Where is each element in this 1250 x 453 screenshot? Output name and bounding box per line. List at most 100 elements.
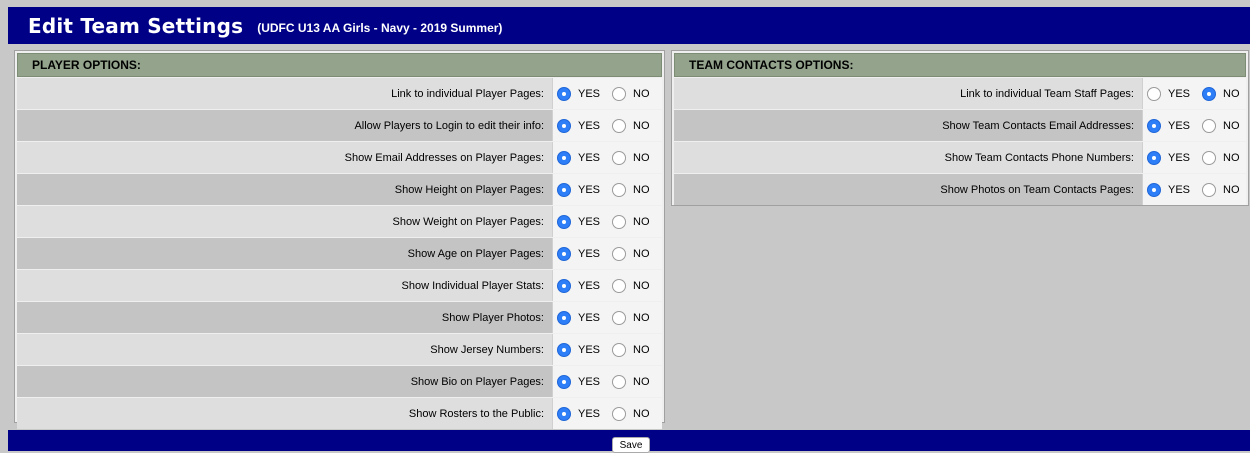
player-option-no-option[interactable]: NO xyxy=(612,406,650,421)
team-contact-option-row-label: Link to individual Team Staff Pages: xyxy=(674,78,1142,109)
player-option-row-label: Show Bio on Player Pages: xyxy=(17,366,552,397)
radio-yes[interactable] xyxy=(557,214,571,229)
team-contact-option-radio-group: YES NO xyxy=(1142,174,1246,205)
team-contact-option-no-option[interactable]: NO xyxy=(1202,150,1240,165)
player-option-no-option[interactable]: NO xyxy=(612,342,650,357)
player-option-yes-option[interactable]: YES xyxy=(557,214,601,229)
radio-yes-label: YES xyxy=(578,215,601,228)
player-option-yes-option[interactable]: YES xyxy=(557,246,601,261)
team-contact-option-row: Link to individual Team Staff Pages: YES N… xyxy=(674,78,1246,109)
team-contact-option-yes-option[interactable]: YES xyxy=(1147,86,1191,101)
player-option-no-option[interactable]: NO xyxy=(612,310,650,325)
player-option-yes-option[interactable]: YES xyxy=(557,342,600,357)
radio-no-label: NO xyxy=(1223,183,1240,196)
radio-yes-label: YES xyxy=(578,247,601,260)
radio-yes[interactable] xyxy=(557,406,571,421)
player-option-yes-option[interactable]: YES xyxy=(557,150,601,165)
radio-no-label: NO xyxy=(633,87,650,100)
radio-yes[interactable] xyxy=(557,278,571,293)
radio-yes[interactable] xyxy=(557,310,571,325)
radio-no[interactable] xyxy=(612,150,627,165)
radio-no-label: NO xyxy=(1223,151,1240,164)
player-option-no-option[interactable]: NO xyxy=(612,86,650,101)
radio-no[interactable] xyxy=(612,118,627,133)
radio-no[interactable] xyxy=(1202,182,1217,197)
player-option-radio-group: YES NO xyxy=(552,206,662,237)
radio-no[interactable] xyxy=(612,278,627,293)
team-contact-option-radio-group: YES NO xyxy=(1142,110,1246,141)
player-option-row-label: Show Height on Player Pages: xyxy=(17,174,552,205)
radio-no[interactable] xyxy=(612,86,627,101)
radio-no[interactable] xyxy=(612,214,627,229)
team-contact-option-row-label: Show Team Contacts Phone Numbers: xyxy=(674,142,1142,173)
player-option-yes-option[interactable]: YES xyxy=(557,278,600,293)
radio-yes[interactable] xyxy=(557,246,571,261)
player-option-radio-group: YES NO xyxy=(552,78,662,109)
team-contact-option-yes-option[interactable]: YES xyxy=(1147,182,1190,197)
radio-no-label: NO xyxy=(633,311,650,324)
radio-yes-label: YES xyxy=(578,311,601,324)
radio-no-label: NO xyxy=(633,407,650,420)
radio-no[interactable] xyxy=(612,374,627,389)
team-contact-option-no-option[interactable]: NO xyxy=(1202,182,1240,197)
radio-no-label: NO xyxy=(633,119,650,132)
player-option-no-option[interactable]: NO xyxy=(612,246,650,261)
player-option-no-option[interactable]: NO xyxy=(612,118,650,133)
radio-yes-label: YES xyxy=(578,151,601,164)
radio-yes[interactable] xyxy=(557,374,571,389)
radio-yes-label: YES xyxy=(1168,119,1191,132)
radio-yes-label: YES xyxy=(578,119,601,132)
radio-yes[interactable] xyxy=(1147,118,1161,133)
radio-yes[interactable] xyxy=(1147,182,1161,197)
player-option-row-label: Show Email Addresses on Player Pages: xyxy=(17,142,552,173)
player-option-no-option[interactable]: NO xyxy=(612,374,650,389)
team-contact-option-row: Show Team Contacts Phone Numbers: YES NO xyxy=(674,142,1246,173)
team-contacts-options-heading: TEAM CONTACTS OPTIONS: xyxy=(674,53,1246,77)
player-option-radio-group: YES NO xyxy=(552,398,662,429)
radio-yes[interactable] xyxy=(557,182,571,197)
player-option-yes-option[interactable]: YES xyxy=(557,374,600,389)
team-contact-option-no-option[interactable]: NO xyxy=(1202,86,1240,101)
radio-no[interactable] xyxy=(612,246,627,261)
radio-yes[interactable] xyxy=(557,118,571,133)
page-title: Edit Team Settings xyxy=(28,13,244,38)
player-option-no-option[interactable]: NO xyxy=(612,214,650,229)
player-option-radio-group: YES NO xyxy=(552,270,662,301)
player-option-row: Show Individual Player Stats: YES NO xyxy=(17,270,662,301)
footer-bar: Save xyxy=(8,430,1250,453)
radio-yes[interactable] xyxy=(1147,150,1161,165)
radio-no[interactable] xyxy=(612,182,627,197)
team-contact-option-yes-option[interactable]: YES xyxy=(1147,118,1191,133)
radio-yes-label: YES xyxy=(578,407,601,420)
radio-no[interactable] xyxy=(1202,86,1217,101)
player-option-yes-option[interactable]: YES xyxy=(557,182,600,197)
team-contact-option-no-option[interactable]: NO xyxy=(1202,118,1240,133)
radio-yes[interactable] xyxy=(557,342,571,357)
radio-yes[interactable] xyxy=(557,150,571,165)
radio-yes-label: YES xyxy=(1168,151,1191,164)
player-option-no-option[interactable]: NO xyxy=(612,182,650,197)
player-option-no-option[interactable]: NO xyxy=(612,150,650,165)
player-option-yes-option[interactable]: YES xyxy=(557,86,600,101)
player-option-row: Show Weight on Player Pages: YES NO xyxy=(17,206,662,237)
player-option-yes-option[interactable]: YES xyxy=(557,310,601,325)
radio-no[interactable] xyxy=(612,342,627,357)
player-option-yes-option[interactable]: YES xyxy=(557,118,601,133)
radio-no[interactable] xyxy=(1202,150,1217,165)
radio-no[interactable] xyxy=(612,406,627,421)
radio-no[interactable] xyxy=(612,310,627,325)
radio-no[interactable] xyxy=(1202,118,1217,133)
radio-no-label: NO xyxy=(633,215,650,228)
player-option-row: Allow Players to Login to edit their inf… xyxy=(17,110,662,141)
player-option-no-option[interactable]: NO xyxy=(612,278,650,293)
radio-yes[interactable] xyxy=(557,86,571,101)
radio-no-label: NO xyxy=(633,343,650,356)
player-option-row-label: Link to individual Player Pages: xyxy=(17,78,552,109)
radio-yes-label: YES xyxy=(1168,87,1191,100)
radio-yes[interactable] xyxy=(1147,86,1161,101)
radio-no-label: NO xyxy=(1223,87,1240,100)
team-contact-option-yes-option[interactable]: YES xyxy=(1147,150,1191,165)
team-contacts-options-list: Link to individual Team Staff Pages: YES N… xyxy=(674,78,1246,205)
player-option-row: Link to individual Player Pages: YES NO xyxy=(17,78,662,109)
player-option-yes-option[interactable]: YES xyxy=(557,406,601,421)
